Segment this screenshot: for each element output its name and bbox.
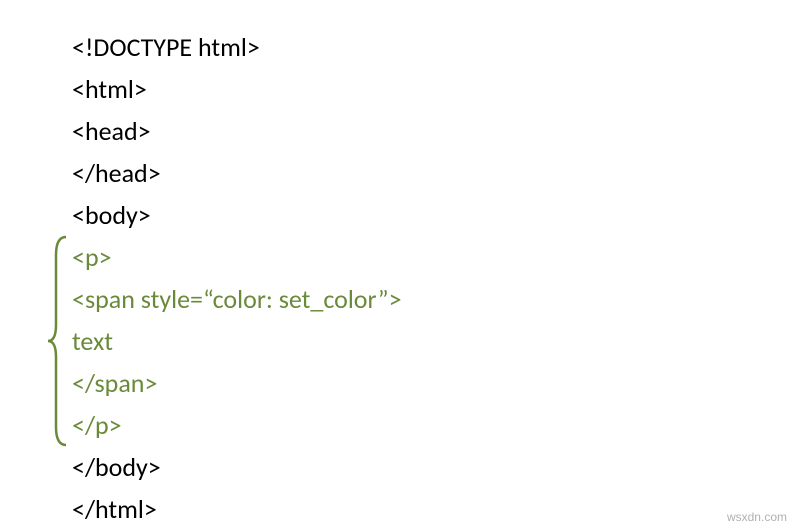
code-line-span-open: <span style=“color: set_color”> — [72, 278, 795, 320]
curly-brace-icon — [46, 235, 68, 447]
code-line-p-close: </p> — [72, 404, 795, 446]
code-line-p-open: <p> — [72, 236, 795, 278]
code-line-doctype: <!DOCTYPE html> — [72, 26, 795, 68]
code-line-head-open: <head> — [72, 110, 795, 152]
code-line-head-close: </head> — [72, 152, 795, 194]
code-line-html-open: <html> — [72, 68, 795, 110]
code-line-body-close: </body> — [72, 446, 795, 488]
code-line-span-close: </span> — [72, 362, 795, 404]
code-line-body-open: <body> — [72, 194, 795, 236]
watermark-text: wsxdn.com — [727, 510, 787, 524]
code-line-html-close: </html> — [72, 488, 795, 530]
code-line-text: text — [72, 320, 795, 362]
